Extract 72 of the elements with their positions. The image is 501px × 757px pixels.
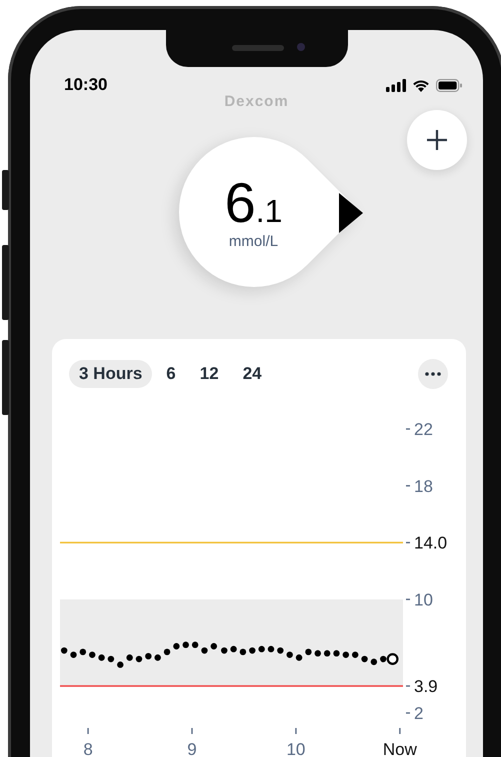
glucose-point xyxy=(154,654,161,661)
y-tick-label: 2 xyxy=(414,704,424,723)
glucose-point xyxy=(305,648,312,656)
y-tick-mark xyxy=(406,428,410,430)
glucose-point xyxy=(296,654,302,661)
glucose-point xyxy=(333,650,340,657)
signal-icon xyxy=(386,78,406,92)
glucose-unit: mmol/L xyxy=(228,232,278,250)
glucose-value: 6.1 xyxy=(224,174,282,230)
glucose-point xyxy=(286,652,293,658)
range-tab[interactable]: 3 Hours xyxy=(69,360,152,388)
y-tick-label: 14.0 xyxy=(414,534,448,553)
glucose-point xyxy=(89,652,96,658)
glucose-point xyxy=(249,647,256,654)
y-tick-label: 18 xyxy=(414,476,433,496)
glucose-point xyxy=(268,646,274,652)
x-tick-label: 8 xyxy=(83,740,93,757)
glucose-point xyxy=(361,656,368,662)
y-tick-mark xyxy=(406,685,410,687)
x-tick-label: 10 xyxy=(286,740,306,757)
glucose-point xyxy=(192,642,198,648)
y-tick-mark xyxy=(406,598,410,600)
glucose-point xyxy=(352,652,358,658)
glucose-point xyxy=(117,662,124,668)
glucose-point xyxy=(221,647,228,654)
glucose-point xyxy=(98,654,105,661)
wifi-icon xyxy=(412,78,430,92)
glucose-point xyxy=(380,656,386,662)
current-reading-point xyxy=(386,653,398,665)
y-tick-label: 22 xyxy=(414,420,433,439)
glucose-point xyxy=(145,653,152,660)
range-tab[interactable]: 6 xyxy=(156,360,186,388)
glucose-point xyxy=(70,652,77,658)
speaker-grille xyxy=(232,45,284,51)
glucose-point xyxy=(126,654,133,661)
status-time: 10:30 xyxy=(64,75,108,95)
glucose-point xyxy=(277,647,284,654)
glucose-point xyxy=(80,648,86,656)
battery-icon xyxy=(436,78,463,92)
y-tick-mark xyxy=(406,542,410,544)
y-tick-label: 3.9 xyxy=(414,677,438,696)
glucose-point xyxy=(324,650,330,657)
x-tick-mark xyxy=(87,728,89,734)
glucose-point xyxy=(370,658,378,666)
glucose-point xyxy=(240,648,246,656)
x-tick-mark xyxy=(295,728,297,734)
x-tick-mark xyxy=(191,728,193,734)
range-tab[interactable]: 24 xyxy=(232,360,272,388)
glucose-point xyxy=(164,648,170,656)
x-tick-mark xyxy=(399,728,401,734)
glucose-point xyxy=(342,652,350,658)
more-button[interactable] xyxy=(418,359,448,389)
y-tick-label: 10 xyxy=(414,590,433,610)
more-icon xyxy=(425,372,441,376)
plus-icon xyxy=(426,129,448,151)
range-tab[interactable]: 12 xyxy=(190,360,229,388)
glucose-point xyxy=(314,650,321,657)
x-tick-label: 9 xyxy=(187,740,197,757)
camera-dot xyxy=(296,43,304,51)
glucose-point xyxy=(136,656,142,662)
glucose-point xyxy=(173,643,180,650)
glucose-point xyxy=(182,642,189,648)
glucose-point xyxy=(108,656,114,662)
glucose-point xyxy=(258,646,265,652)
x-tick-label: Now xyxy=(382,740,417,757)
glucose-point xyxy=(201,647,208,654)
glucose-point xyxy=(210,643,218,650)
trend-arrow-icon xyxy=(338,192,364,234)
glucose-point xyxy=(60,647,68,654)
y-tick-mark xyxy=(406,712,410,714)
glucose-point xyxy=(230,646,237,652)
y-tick-mark xyxy=(406,485,410,486)
